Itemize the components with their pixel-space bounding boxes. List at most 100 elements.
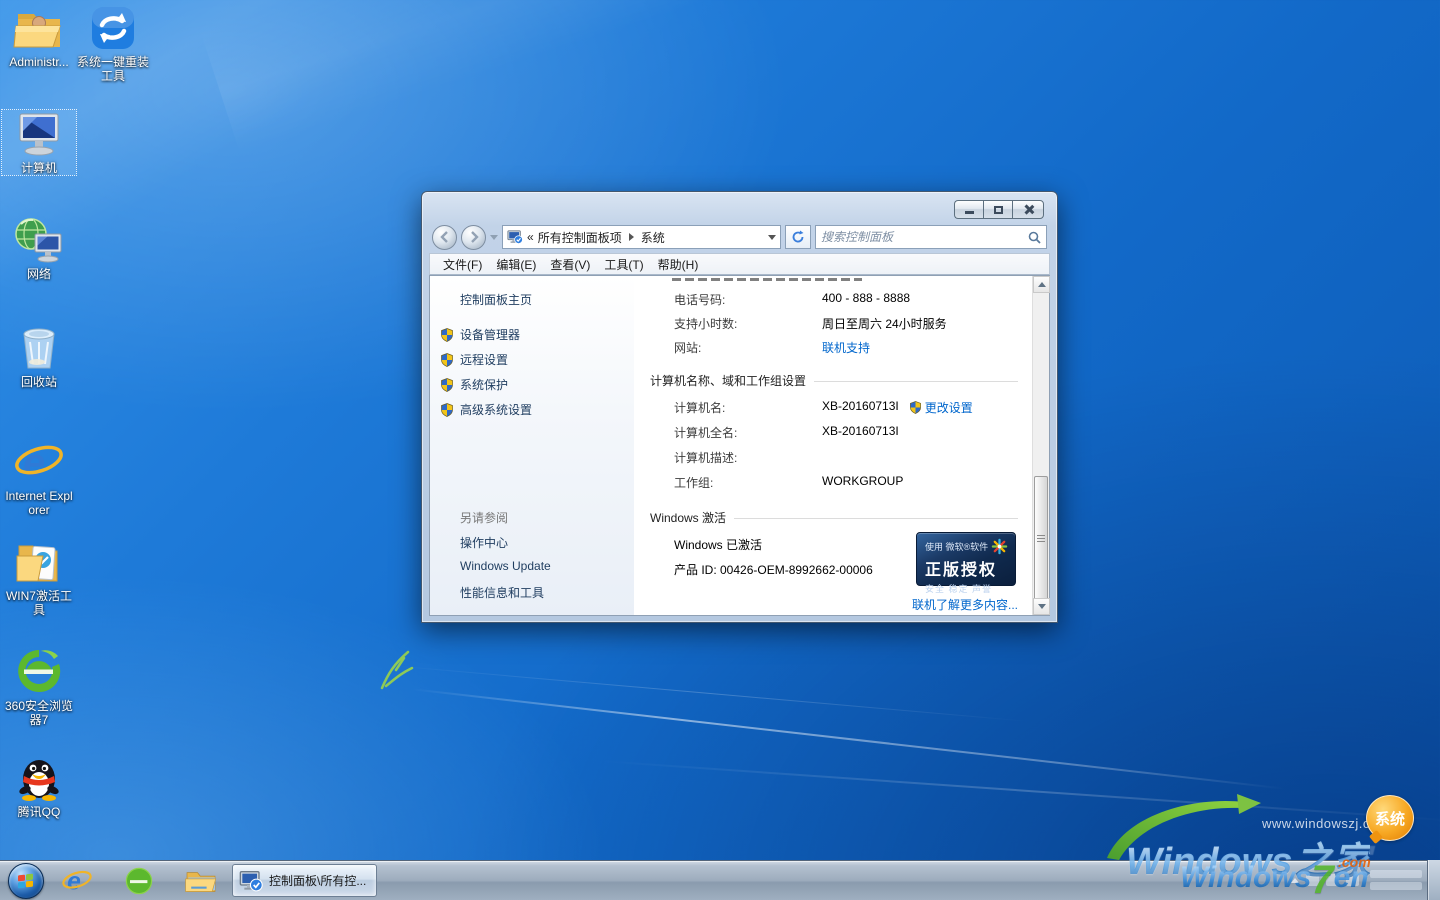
search-box[interactable] xyxy=(815,225,1047,249)
scroll-down-icon xyxy=(1038,604,1046,609)
reinstall-tool-icon xyxy=(76,4,150,52)
scroll-down-button[interactable] xyxy=(1033,598,1050,615)
desktop-icon-tencent-qq[interactable]: 腾讯QQ xyxy=(2,754,76,819)
desktop-icon-computer[interactable]: 计算机 xyxy=(2,110,76,175)
workgroup-row: 工作组: WORKGROUP xyxy=(674,474,903,491)
desktop-icon-360-browser[interactable]: 360安全浏览器7 xyxy=(2,648,76,727)
desktop-icon-recycle-bin[interactable]: 回收站 xyxy=(2,324,76,389)
address-dropdown-icon[interactable] xyxy=(768,235,776,240)
tray-icon-placeholder[interactable] xyxy=(1326,874,1339,886)
wallpaper-light-arc xyxy=(600,760,1440,822)
sidebar-task-label: 远程设置 xyxy=(460,351,508,368)
change-settings[interactable]: 更改设置 xyxy=(909,399,973,416)
desktop-icon-reinstall-tool[interactable]: 系统一键重装工具 xyxy=(76,4,150,83)
genuine-microsoft-badge[interactable]: 使用 微软®软件 正版授权 安全 稳定 声誉 xyxy=(916,532,1016,586)
search-input[interactable] xyxy=(821,230,1028,244)
sidebar-task-label: 设备管理器 xyxy=(460,326,520,343)
desktop: { "desktop": { "icons": [ { "label": "Ad… xyxy=(0,0,1440,900)
vertical-scrollbar[interactable] xyxy=(1032,276,1049,615)
recent-pages-dropdown[interactable] xyxy=(490,235,498,240)
workgroup-label: 工作组: xyxy=(674,474,822,491)
start-button[interactable] xyxy=(8,863,44,899)
windows-flag-icon xyxy=(18,874,34,888)
system-window-icon xyxy=(239,869,263,893)
sidebar-task-label: 高级系统设置 xyxy=(460,401,532,418)
breadcrumb-separator-icon xyxy=(629,233,634,241)
menu-help[interactable]: 帮助(H) xyxy=(651,254,706,275)
description-label: 计算机描述: xyxy=(674,449,822,466)
online-support-link[interactable]: 联机支持 xyxy=(822,339,870,356)
internet-explorer-icon: e xyxy=(2,438,76,486)
refresh-button[interactable] xyxy=(785,225,811,249)
forward-arrow-icon xyxy=(468,231,480,243)
sidebar-remote-settings[interactable]: 远程设置 xyxy=(440,351,508,368)
desktop-icon-win7-activator[interactable]: WIN7激活工具 xyxy=(2,538,76,617)
taskbar: e 控制面板\所有控... xyxy=(0,860,1440,900)
genuine-star-icon xyxy=(991,538,1008,555)
system-tray[interactable] xyxy=(1291,860,1422,900)
windows-activation-section-header: Windows 激活 xyxy=(650,509,1018,526)
minimize-icon xyxy=(965,211,974,214)
tray-icon-placeholder[interactable] xyxy=(1306,874,1319,886)
activation-status-row: Windows 已激活 xyxy=(674,536,762,553)
desktop-icon-label: 腾讯QQ xyxy=(2,805,76,819)
see-also-header: 另请参阅 xyxy=(460,509,508,526)
sidebar-windows-update[interactable]: Windows Update xyxy=(460,559,551,573)
taskbar-windows-explorer[interactable] xyxy=(178,863,224,899)
watermark-system-bubble: 系统 xyxy=(1366,795,1414,841)
section-rule xyxy=(814,381,1018,382)
sidebar: 控制面板主页 设备管理器 远程设置 系统保护 高级系统设置 另请参阅 操作中心 … xyxy=(430,276,634,615)
forward-button[interactable] xyxy=(461,225,486,250)
menu-edit[interactable]: 编辑(E) xyxy=(489,254,543,275)
close-button[interactable] xyxy=(1012,200,1044,219)
section-title: 计算机名称、域和工作组设置 xyxy=(650,372,806,389)
sidebar-action-center[interactable]: 操作中心 xyxy=(460,534,508,551)
breadcrumb-current[interactable]: 系统 xyxy=(641,229,665,246)
full-name-label: 计算机全名: xyxy=(674,424,822,441)
tray-icon-placeholder[interactable] xyxy=(1346,874,1359,886)
refresh-icon xyxy=(791,230,805,244)
maximize-button[interactable] xyxy=(983,200,1012,219)
desktop-icon-label: Internet Explorer xyxy=(2,489,76,517)
address-bar[interactable]: « 所有控制面板项 系统 xyxy=(502,225,781,249)
360-browser-icon xyxy=(2,648,76,696)
back-button[interactable] xyxy=(432,225,457,250)
tray-clock-obscured[interactable] xyxy=(1370,870,1422,890)
menu-tools[interactable]: 工具(T) xyxy=(597,254,650,275)
search-icon[interactable] xyxy=(1028,231,1041,244)
breadcrumb-root[interactable]: 所有控制面板项 xyxy=(538,229,622,246)
menu-bar: 文件(F) 编辑(E) 查看(V) 工具(T) 帮助(H) xyxy=(429,253,1050,275)
menu-view[interactable]: 查看(V) xyxy=(543,254,597,275)
window-client-area: 控制面板主页 设备管理器 远程设置 系统保护 高级系统设置 另请参阅 操作中心 … xyxy=(429,275,1050,616)
change-settings-link[interactable]: 更改设置 xyxy=(925,399,973,416)
sidebar-system-protection[interactable]: 系统保护 xyxy=(440,376,508,393)
desktop-icon-network[interactable]: 网络 xyxy=(2,216,76,281)
desktop-icon-internet-explorer[interactable]: e Internet Explorer xyxy=(2,438,76,517)
website-label: 网站: xyxy=(674,339,822,356)
sidebar-performance-tools[interactable]: 性能信息和工具 xyxy=(460,584,544,601)
sidebar-control-panel-home[interactable]: 控制面板主页 xyxy=(460,291,532,308)
taskbar-active-window-control-panel[interactable]: 控制面板\所有控... xyxy=(232,864,377,897)
show-desktop-button[interactable] xyxy=(1427,860,1440,900)
sidebar-device-manager[interactable]: 设备管理器 xyxy=(440,326,520,343)
menu-file[interactable]: 文件(F) xyxy=(436,254,489,275)
breadcrumb-chevrons[interactable]: « xyxy=(527,230,534,244)
taskbar-360-browser[interactable] xyxy=(116,863,162,899)
minimize-button[interactable] xyxy=(954,200,983,219)
desktop-icon-administrator-folder[interactable]: Administr... xyxy=(2,4,76,69)
product-id: 产品 ID: 00426-OEM-8992662-00006 xyxy=(674,561,873,578)
scrollbar-thumb[interactable] xyxy=(1034,476,1048,600)
maximize-icon xyxy=(994,206,1003,214)
full-computer-name-row: 计算机全名: XB-20160713I xyxy=(674,424,899,441)
qq-penguin-icon xyxy=(2,754,76,802)
uac-shield-icon xyxy=(440,378,454,392)
desktop-icon-label: 360安全浏览器7 xyxy=(2,699,76,727)
learn-more-online-link[interactable]: 联机了解更多内容... xyxy=(912,596,1018,613)
internet-explorer-icon: e xyxy=(61,866,93,896)
sidebar-advanced-settings[interactable]: 高级系统设置 xyxy=(440,401,532,418)
360-browser-icon xyxy=(124,866,154,896)
taskbar-internet-explorer[interactable]: e xyxy=(54,863,100,899)
full-name-value: XB-20160713I xyxy=(822,424,899,441)
scroll-up-button[interactable] xyxy=(1033,276,1050,293)
tray-expand-icon[interactable] xyxy=(1291,878,1299,883)
